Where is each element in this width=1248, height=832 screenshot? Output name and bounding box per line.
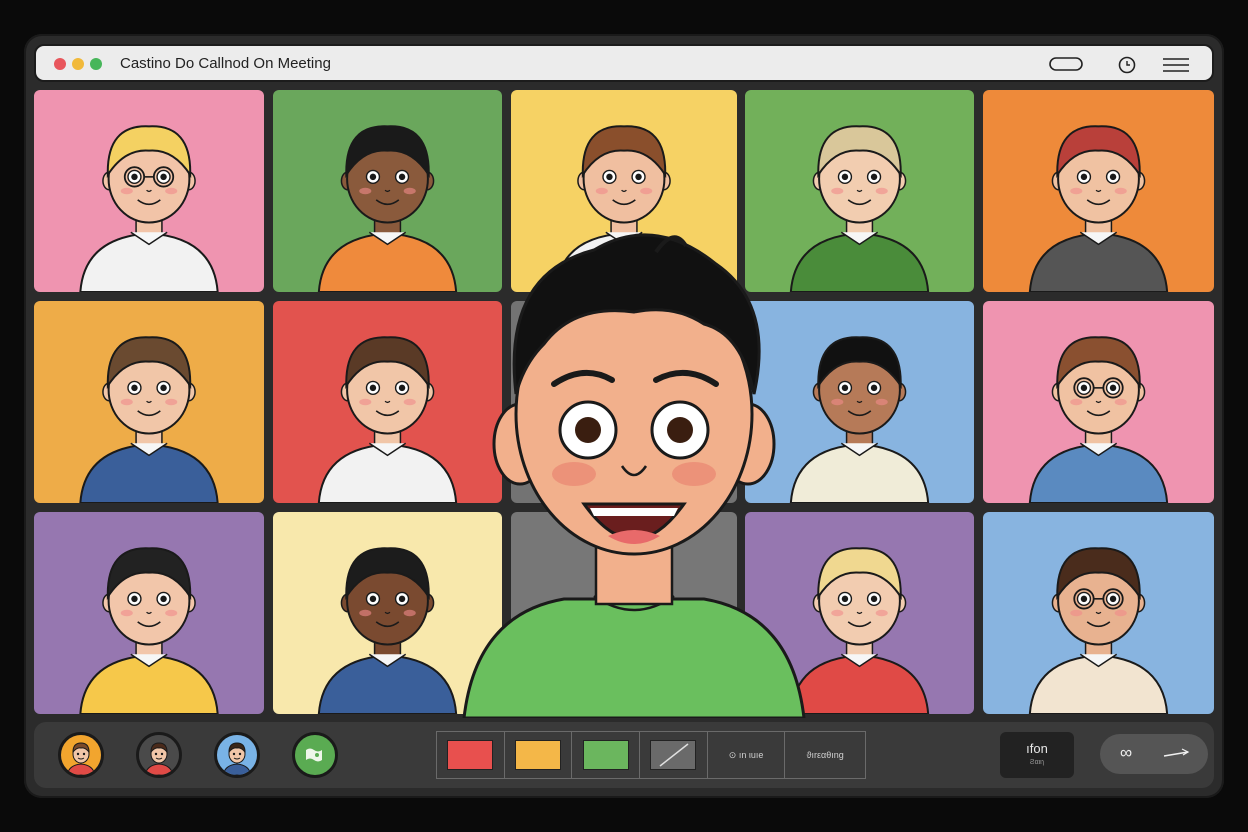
menu-icon[interactable]	[1160, 54, 1192, 76]
minimize-window-button[interactable]	[72, 58, 84, 70]
link-toggle-button[interactable]: ∞	[1100, 734, 1208, 774]
red-swatch[interactable]	[447, 740, 494, 770]
participant-tile-9[interactable]	[983, 301, 1214, 503]
participant-avatar-2[interactable]	[136, 732, 182, 778]
maximize-window-button[interactable]	[90, 58, 102, 70]
window-layout-icon[interactable]	[1048, 54, 1084, 74]
swatch-cell-none[interactable]	[640, 732, 708, 778]
participant-avatar-1[interactable]	[58, 732, 104, 778]
yellow-swatch[interactable]	[515, 740, 562, 770]
close-window-button[interactable]	[54, 58, 66, 70]
clock-icon[interactable]	[1116, 54, 1138, 76]
arrow-icon	[1163, 748, 1190, 757]
participant-tile-6[interactable]	[34, 301, 264, 503]
window-title: Castino Do Callnod On Meeting	[120, 55, 331, 72]
spotlight-participant[interactable]	[424, 184, 844, 718]
option-2[interactable]: ϑırεαθıng	[785, 732, 865, 778]
participant-tile-10[interactable]	[34, 512, 264, 714]
participant-avatar-image	[34, 90, 264, 292]
participant-avatar-image	[34, 512, 264, 714]
participant-tile-1[interactable]	[34, 90, 264, 292]
color-picker-panel: ⊙ ın ιuıe ϑırεαθıng	[436, 731, 866, 779]
info-button[interactable]: ıfon Ƨαιιɿ	[1000, 732, 1074, 778]
meeting-window: Castino Do Callnod On Meeting ⊙ ın ιuıe …	[24, 34, 1224, 798]
swatch-cell-red[interactable]	[437, 732, 505, 778]
info-button-label: ıfon	[1026, 741, 1048, 756]
option-1[interactable]: ⊙ ın ιuıe	[708, 732, 786, 778]
title-bar: Castino Do Callnod On Meeting	[34, 44, 1214, 82]
swatch-cell-green[interactable]	[572, 732, 641, 778]
participant-avatar-image	[983, 90, 1214, 292]
video-icon	[306, 748, 322, 762]
participant-tile-5[interactable]	[983, 90, 1214, 292]
participant-avatar-image	[34, 301, 264, 503]
swatch-cell-yellow[interactable]	[505, 732, 573, 778]
link-toggle-label: ∞	[1120, 743, 1133, 762]
info-button-sublabel: Ƨαιιɿ	[1029, 759, 1045, 766]
participant-avatar-3[interactable]	[214, 732, 260, 778]
control-bar: ⊙ ın ιuıe ϑırεαθıng ıfon Ƨαιιɿ ∞	[34, 722, 1214, 788]
participant-avatar-image	[983, 301, 1214, 503]
no-color-swatch-icon[interactable]	[650, 740, 697, 770]
participant-avatar-image	[983, 512, 1214, 714]
participant-tile-13[interactable]	[983, 512, 1214, 714]
video-toggle-button[interactable]	[292, 732, 338, 778]
green-swatch[interactable]	[582, 740, 629, 770]
